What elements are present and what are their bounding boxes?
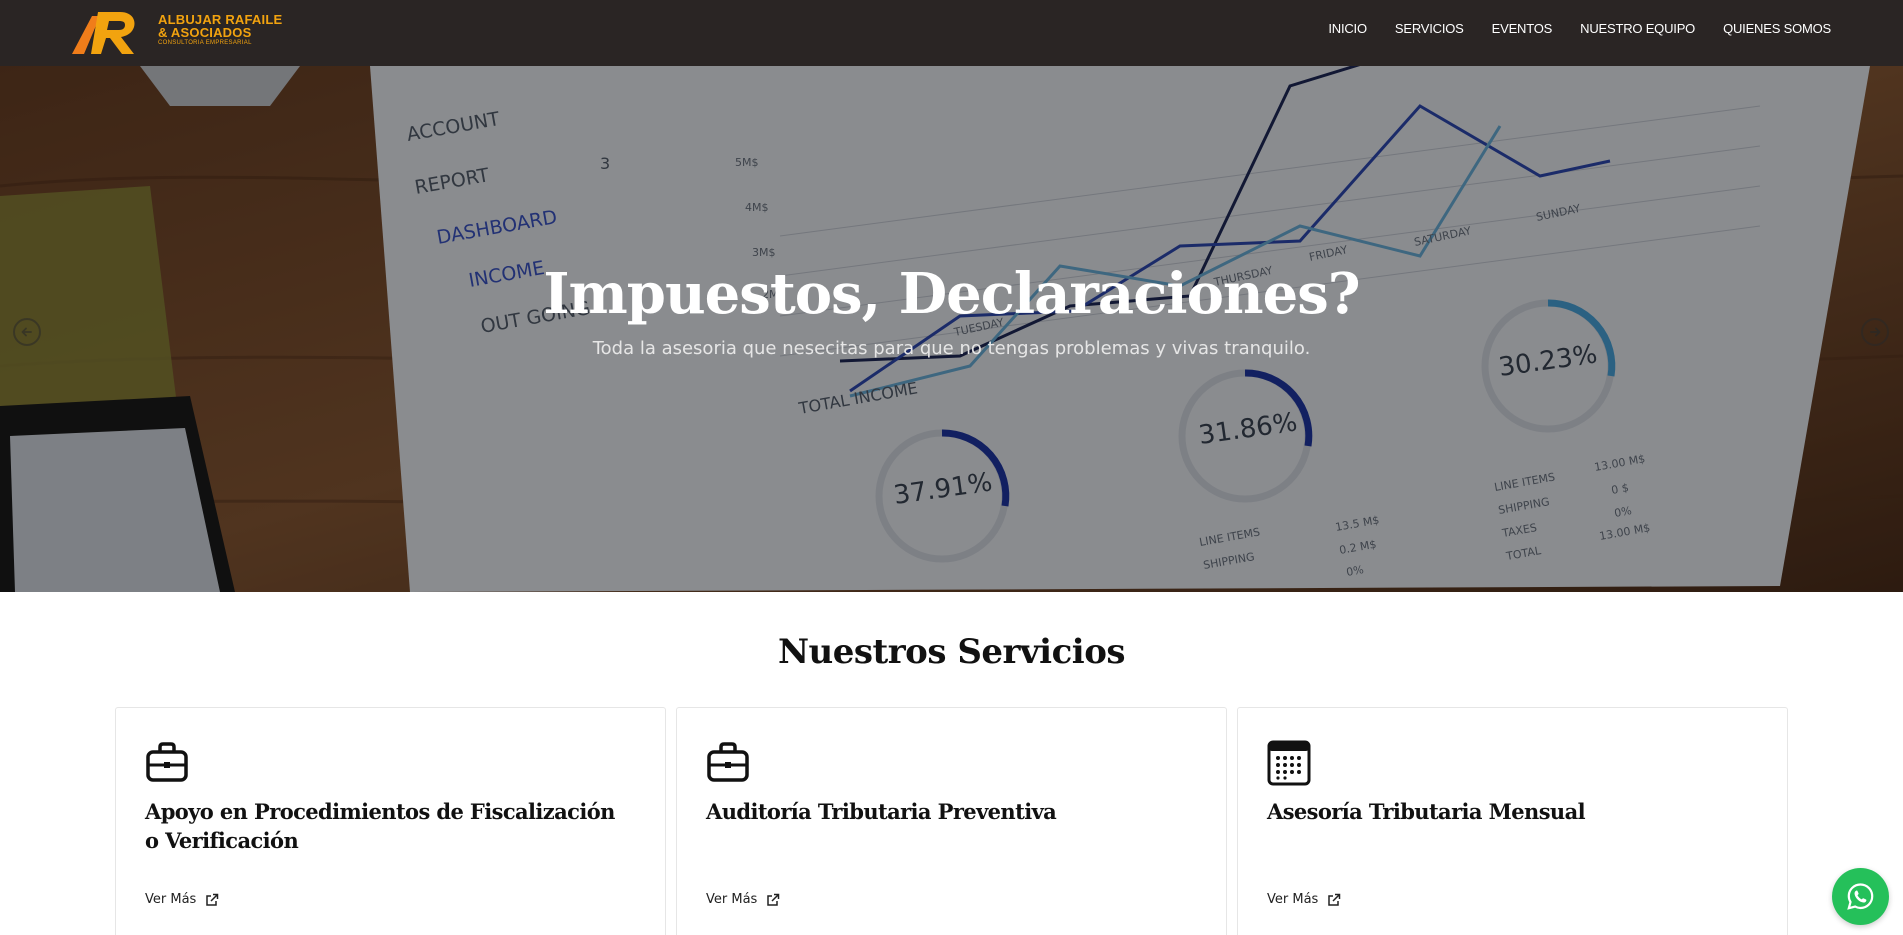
carousel-next-button[interactable] — [1861, 318, 1889, 346]
briefcase-icon — [707, 742, 749, 782]
nav-item-nuestro-equipo[interactable]: NUESTRO EQUIPO — [1580, 21, 1695, 36]
external-link-icon — [1328, 893, 1341, 906]
hero-dark-overlay — [0, 66, 1903, 592]
logo-name-line2: & ASOCIADOS — [158, 25, 252, 40]
external-link-icon — [206, 893, 219, 906]
services-section-title: Nuestros Servicios — [777, 632, 1126, 672]
service-card-title: Apoyo en Procedimientos de Fiscalización… — [145, 799, 615, 853]
ver-mas-link[interactable]: Ver Más — [145, 892, 219, 907]
calendar-icon — [1267, 740, 1311, 786]
service-card-title: Auditoría Tributaria Preventiva — [706, 799, 1057, 824]
nav-item-inicio[interactable]: INICIO — [1328, 21, 1367, 36]
nav-item-servicios[interactable]: SERVICIOS — [1395, 21, 1464, 36]
hero-title: Impuestos, Declaraciones? — [543, 261, 1360, 327]
hero-carousel: ACCOUNT REPORT DASHBOARD INCOME OUT GOIN… — [0, 66, 1903, 592]
ver-mas-label: Ver Más — [145, 892, 197, 907]
briefcase-icon — [146, 742, 188, 782]
logo-tagline: CONSULTORIA EMPRESARIAL — [158, 40, 252, 46]
nav-item-eventos[interactable]: EVENTOS — [1492, 21, 1553, 36]
external-link-icon — [767, 893, 780, 906]
service-card: Asesoría Tributaria Mensual Ver Más — [1237, 707, 1788, 935]
service-card: Auditoría Tributaria Preventiva Ver Más — [676, 707, 1227, 935]
whatsapp-icon — [1847, 883, 1874, 910]
service-card: Apoyo en Procedimientos de Fiscalización… — [115, 707, 666, 935]
whatsapp-chat-button[interactable] — [1832, 868, 1889, 925]
nav-item-quienes-somos[interactable]: QUIENES SOMOS — [1723, 21, 1831, 36]
main-nav: INICIO SERVICIOS EVENTOS NUESTRO EQUIPO … — [1300, 0, 1831, 56]
arrow-right-circle-icon — [1870, 327, 1881, 337]
ver-mas-label: Ver Más — [706, 892, 758, 907]
ver-mas-label: Ver Más — [1267, 892, 1319, 907]
logo-ar-mark-icon — [72, 12, 135, 54]
ver-mas-link[interactable]: Ver Más — [706, 892, 780, 907]
ver-mas-link[interactable]: Ver Más — [1267, 892, 1341, 907]
top-navbar: ALBUJAR RAFAILE & ASOCIADOS CONSULTORIA … — [0, 0, 1903, 66]
arrow-left-circle-icon — [21, 327, 32, 337]
brand-logo[interactable]: ALBUJAR RAFAILE & ASOCIADOS CONSULTORIA … — [70, 8, 290, 56]
logo-text: ALBUJAR RAFAILE & ASOCIADOS CONSULTORIA … — [158, 13, 282, 48]
hero-subtitle: Toda la asesoria que nesecitas para que … — [592, 338, 1311, 359]
carousel-prev-button[interactable] — [13, 318, 41, 346]
service-card-title: Asesoría Tributaria Mensual — [1267, 799, 1586, 824]
